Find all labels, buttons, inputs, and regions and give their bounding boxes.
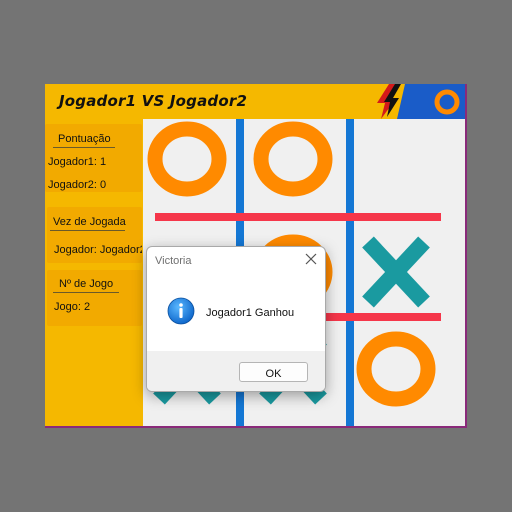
score-heading: Pontuação (58, 133, 111, 145)
message-dialog: Victoria Jogador1 Ganhou OK (146, 246, 326, 392)
dialog-footer: OK (147, 351, 325, 391)
dialog-title: Victoria (155, 255, 192, 267)
turn-value: Jogador: Jogador2 (54, 244, 142, 256)
info-icon (167, 297, 195, 325)
game-count-value: Jogo: 2 (54, 301, 91, 313)
score-player1: Jogador1: 1 (48, 156, 107, 168)
score-player2: Jogador2: 0 (48, 179, 107, 191)
ok-button[interactable]: OK (239, 362, 308, 382)
game-count-heading: Nº de Jogo (59, 278, 114, 290)
close-icon[interactable] (303, 251, 319, 267)
turn-heading: Vez de Jogada (53, 216, 126, 228)
logo-decoration-icon (377, 84, 467, 119)
dialog-message: Jogador1 Ganhou (206, 307, 295, 319)
header-bar: Jogador1 VS Jogador2 (45, 84, 467, 119)
sidebar: Pontuação Jogador1: 1 Jogador2: 0 Vez de… (45, 119, 144, 428)
window-title: Jogador1 VS Jogador2 (59, 92, 248, 110)
